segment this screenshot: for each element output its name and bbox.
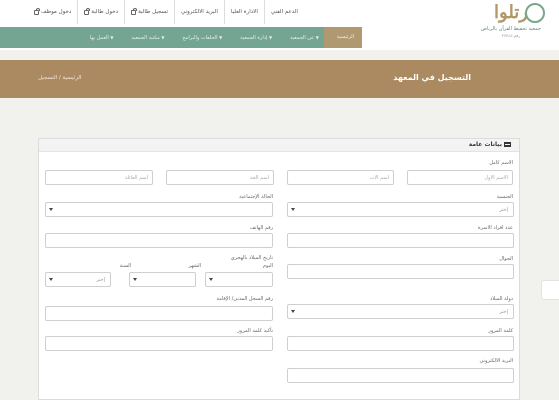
top-link-student-register[interactable]: تسجيل طالبة [124,0,174,24]
chevron-down-icon [209,278,213,281]
mobile-input[interactable] [287,264,514,279]
page-banner: التسجيل في المعهد الرئيسية / التسجيل [0,60,559,98]
month-label: الشهر [188,263,201,269]
day-label: اليوم [262,263,273,269]
lock-icon [131,8,137,15]
family-count-input[interactable] [287,233,514,248]
breadcrumb[interactable]: الرئيسية / التسجيل [38,75,81,81]
nav-item-library[interactable]: مكتبة الجمعية ▼ [123,27,174,48]
nav-item-work[interactable]: العمل بها ▼ [82,27,123,48]
chevron-down-icon [49,208,53,211]
chevron-down-icon [49,278,53,281]
family-name-input[interactable] [45,170,153,185]
page-title: التسجيل في المعهد [393,73,471,82]
full-name-label: الاسم كامل [489,160,513,166]
side-panel-tab[interactable] [541,280,559,300]
top-link-management[interactable]: الادارة العليا [223,0,264,24]
nav-item-programs[interactable]: الحلقات والبرامج ▼ [174,27,232,48]
civil-id-input[interactable] [45,306,273,321]
logo-sub: رقم ٣٧٣٤٥ [501,33,521,38]
chevron-down-icon: ▼ [269,35,273,40]
marital-status-label: الحالة الإجتماعية [239,194,273,200]
month-select[interactable] [129,272,196,287]
logo-name: جمعية تحفيظ القرآن بالرياض [480,26,542,32]
civil-id-label: رقم السجل المدني/ الإقامة [216,296,273,302]
chevron-down-icon: ▼ [219,35,223,40]
main-nav: الرئيسية عن الجمعية ▼ إدارة الجمعية ▼ ال… [0,27,362,48]
chevron-down-icon: ▼ [315,35,319,40]
top-link-student-login[interactable]: دخول طالبة [77,0,124,24]
hijri-dob-label: تاريخ الميلاد بالهجري [230,255,273,261]
password-label: كلمة المرور [488,328,513,334]
nationality-label: الجنسية [496,194,513,200]
first-name-input[interactable] [407,170,513,185]
nav-item-home[interactable]: الرئيسية [329,27,362,48]
logo-emblem-icon [525,3,545,23]
chevron-down-icon [291,310,295,313]
top-link-staff-login[interactable]: دخول موظف [28,0,77,24]
chevron-down-icon [291,208,295,211]
registration-card: بيانات عامة الاسم كامل الجنسية إختر الحا… [38,138,520,400]
lock-icon [34,8,40,15]
password-input[interactable] [287,336,514,351]
phone-label: رقم الهاتف [249,225,273,231]
confirm-password-label: تأكيد كلمة المرور [237,328,273,334]
father-name-input[interactable] [287,170,394,185]
chevron-down-icon: ▼ [110,35,114,40]
mobile-label: الجوال [499,256,513,262]
day-select[interactable] [205,272,273,287]
nav-item-administration[interactable]: إدارة الجمعية ▼ [232,27,282,48]
top-link-email[interactable]: البريد الالكتروني [173,0,224,24]
email-label: البريد الالكتروني [479,358,513,364]
top-links: دخول موظف دخول طالبة تسجيل طالبة البريد … [28,0,304,24]
nationality-select[interactable]: إختر [287,202,514,217]
marital-status-select[interactable] [45,202,273,217]
card-header: بيانات عامة [39,139,519,152]
site-logo[interactable]: رتلوا جمعية تحفيظ القرآن بالرياض رقم ٣٧٣… [471,0,551,46]
grandfather-name-input[interactable] [166,170,274,185]
birth-country-label: دولة الميلاد [490,296,513,302]
card-title: بيانات عامة [469,141,511,148]
nav-item-about[interactable]: عن الجمعية ▼ [282,27,329,48]
table-icon [504,142,511,147]
chevron-down-icon: ▼ [161,35,165,40]
birth-country-select[interactable]: إختر [287,304,514,319]
confirm-password-input[interactable] [45,336,273,351]
phone-input[interactable] [45,233,273,248]
chevron-down-icon [133,278,137,281]
top-link-support[interactable]: الدعم الفني [263,0,304,24]
family-count-label: عدد افراد الاسرة [478,225,513,231]
lock-icon [84,8,90,15]
year-select[interactable]: إختر [45,272,111,287]
year-label: السنة [119,263,131,269]
email-input[interactable] [287,368,514,383]
